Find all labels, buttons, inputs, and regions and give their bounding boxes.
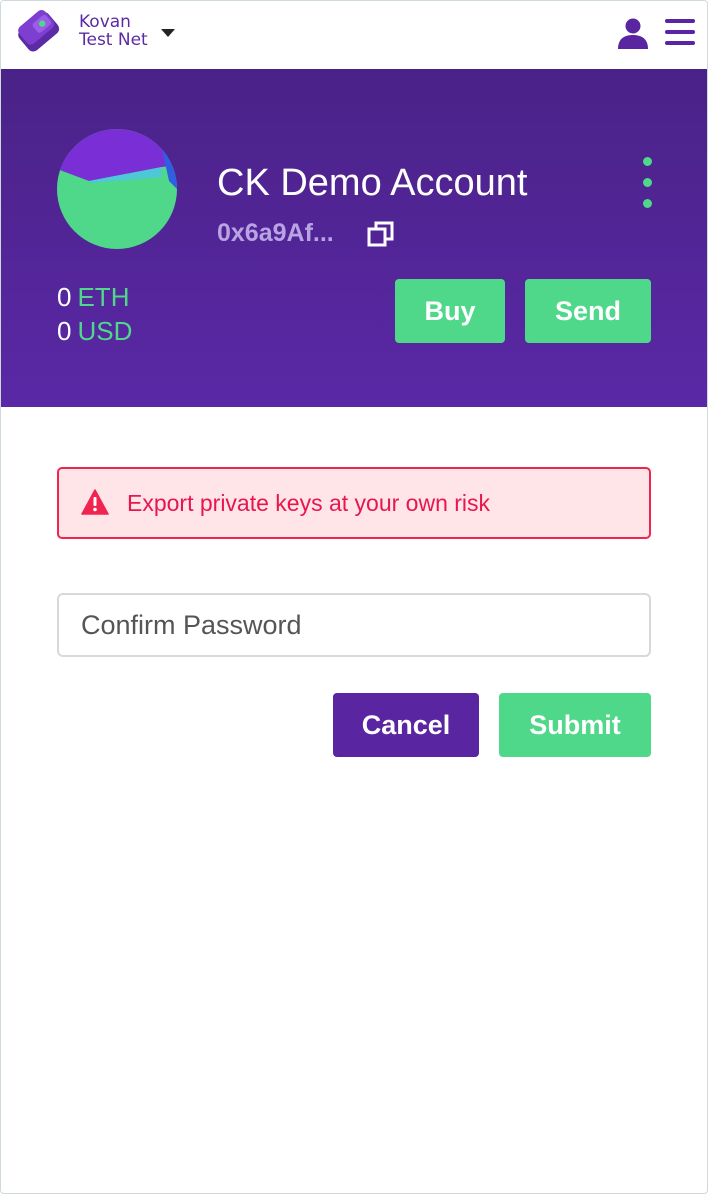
cancel-button[interactable]: Cancel [333,693,479,757]
balance-eth-unit: ETH [77,282,130,312]
warning-triangle-icon [81,489,109,515]
copy-icon[interactable] [367,220,395,248]
account-name: CK Demo Account [217,162,528,204]
wallet-logo-icon[interactable] [13,9,63,53]
send-button[interactable]: Send [525,279,651,343]
buy-button[interactable]: Buy [395,279,505,343]
account-address: 0x6a9Af... [217,219,334,247]
user-icon[interactable] [617,17,649,49]
balance-eth-amount: 0 [57,282,72,312]
network-name-line2: Test Net [79,30,148,50]
balance-usd-unit: USD [77,316,133,346]
chevron-down-icon[interactable] [161,29,175,37]
confirm-password-input[interactable] [57,593,651,657]
account-header: CK Demo Account 0x6a9Af... 0 ETH 0 USD Buy… [1,69,707,407]
warning-text: Export private keys at your own risk [127,490,491,516]
wallet-window: Kovan Test Net CK Demo Account 0x6a9Af..… [0,0,708,1194]
network-name-line1: Kovan [79,12,131,32]
submit-button[interactable]: Submit [499,693,651,757]
export-warning-alert: Export private keys at your own risk [57,467,651,539]
hamburger-menu-icon[interactable] [665,18,695,46]
balance-usd: 0 USD [57,314,132,348]
network-selector[interactable]: Kovan Test Net [79,13,148,49]
top-bar: Kovan Test Net [1,1,707,69]
balance-eth: 0 ETH [57,280,129,314]
account-options-icon[interactable] [637,157,657,213]
balance-usd-amount: 0 [57,316,72,346]
identicon-avatar [57,129,177,249]
